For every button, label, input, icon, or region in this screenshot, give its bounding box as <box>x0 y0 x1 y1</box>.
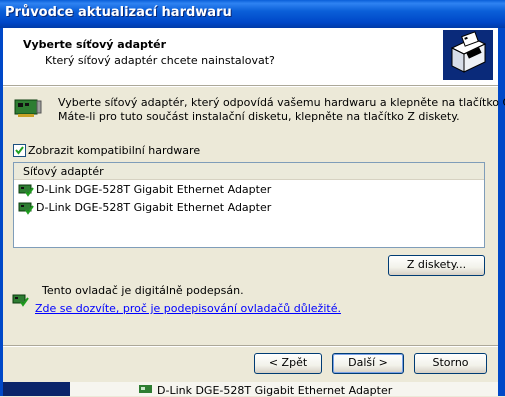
hardware-wizard-icon <box>443 30 493 80</box>
network-adapter-icon <box>18 202 34 215</box>
page-subtitle: Který síťový adaptér chcete nainstalovat… <box>45 54 275 67</box>
background-window-item-label: D-Link DGE-528T Gigabit Ethernet Adapter <box>157 384 393 397</box>
network-adapter-icon <box>18 184 34 197</box>
column-header-adapter[interactable]: Síťový adaptér <box>23 165 104 178</box>
header-divider <box>3 85 498 87</box>
list-item[interactable]: D-Link DGE-528T Gigabit Ethernet Adapter <box>18 182 272 198</box>
signed-driver-icon <box>12 294 29 307</box>
list-item[interactable]: D-Link DGE-528T Gigabit Ethernet Adapter <box>18 200 272 216</box>
cancel-button[interactable]: Storno <box>414 353 487 374</box>
show-compatible-label[interactable]: Zobrazit kompatibilní hardware <box>28 144 200 157</box>
driver-signing-link[interactable]: Zde se dozvíte, proč je podepisování ovl… <box>35 302 341 315</box>
page-title: Vyberte síťový adaptér <box>23 38 167 51</box>
footer-divider <box>3 345 498 347</box>
intro-text-line-1: Vyberte síťový adaptér, který odpovídá v… <box>58 96 505 109</box>
network-card-icon <box>14 99 42 117</box>
checkmark-icon <box>15 146 24 155</box>
window-frame-right <box>498 28 505 396</box>
network-adapter-icon <box>139 385 152 393</box>
background-window-strip <box>0 382 70 396</box>
next-button[interactable]: Další > <box>332 353 404 374</box>
intro-text-line-2: Máte-li pro tuto součást instalační disk… <box>58 110 460 123</box>
list-item-label: D-Link DGE-528T Gigabit Ethernet Adapter <box>36 183 272 196</box>
list-item-label: D-Link DGE-528T Gigabit Ethernet Adapter <box>36 201 272 214</box>
window-title: Průvodce aktualizací hardwaru <box>5 5 232 20</box>
signed-driver-text: Tento ovladač je digitálně podepsán. <box>42 284 244 297</box>
back-button[interactable]: < Zpět <box>254 353 322 374</box>
show-compatible-checkbox[interactable] <box>13 144 26 157</box>
from-disk-button[interactable]: Z diskety... <box>388 255 485 276</box>
